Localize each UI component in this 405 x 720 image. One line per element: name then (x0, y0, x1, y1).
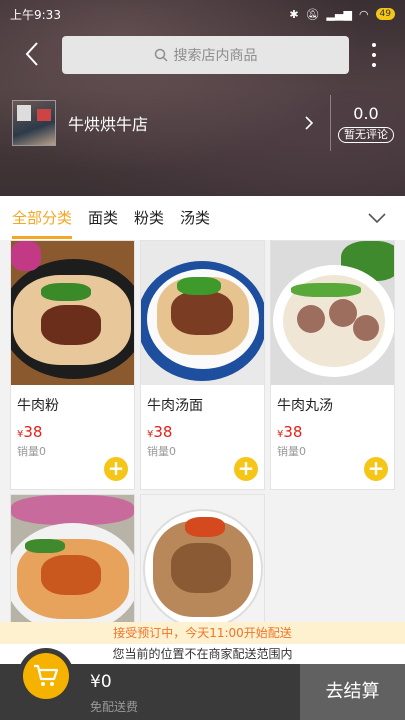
add-to-cart-button[interactable]: + (364, 457, 388, 481)
tab-rice-noodles[interactable]: 粉类 (134, 196, 164, 240)
shop-info-row[interactable]: 牛烘烘牛店 0.0 暂无评论 (12, 95, 405, 151)
status-time: 上午9:33 (10, 7, 61, 22)
product-price: ¥38 (17, 423, 43, 441)
product-image (271, 241, 394, 385)
tab-soup[interactable]: 汤类 (180, 196, 210, 240)
chevron-right-icon (304, 116, 318, 130)
product-name: 牛肉粉 (17, 398, 59, 414)
product-card[interactable] (10, 494, 135, 634)
more-dots-icon (372, 43, 376, 47)
cart-button[interactable] (18, 648, 74, 704)
add-to-cart-button[interactable]: + (234, 457, 258, 481)
status-icons: ✱ 🔕︎ ▂▄▆ ◠ 49 (289, 8, 395, 21)
product-name: 牛肉汤面 (147, 398, 203, 414)
wifi-icon: ◠ (358, 7, 369, 21)
signal-icon: ▂▄▆ (326, 7, 352, 21)
add-to-cart-button[interactable]: + (104, 457, 128, 481)
product-price: ¥38 (147, 423, 173, 441)
product-image (11, 495, 134, 625)
product-price: ¥38 (277, 423, 303, 441)
tab-noodles[interactable]: 面类 (88, 196, 118, 240)
shop-header: 上午9:33 ✱ 🔕︎ ▂▄▆ ◠ 49 搜索店内商品 牛烘烘牛店 0.0 暂无… (0, 0, 405, 196)
rating-badge: 暂无评论 (338, 126, 394, 143)
product-image (11, 241, 134, 385)
battery-icon: 49 (375, 8, 395, 20)
search-placeholder: 搜索店内商品 (173, 48, 258, 64)
shop-logo (12, 100, 56, 146)
shop-rating[interactable]: 0.0 暂无评论 (331, 104, 401, 143)
checkout-button[interactable]: 去结算 (300, 664, 405, 720)
cart-bar: ¥0 免配送费 去结算 (0, 648, 405, 720)
cart-total: ¥0 (90, 672, 112, 692)
product-image (141, 495, 264, 625)
product-name: 牛肉丸汤 (277, 398, 333, 414)
more-menu-button[interactable] (364, 40, 384, 70)
product-card[interactable] (140, 494, 265, 634)
search-input[interactable]: 搜索店内商品 (62, 36, 349, 74)
rating-score: 0.0 (353, 103, 379, 123)
shop-name: 牛烘烘牛店 (68, 115, 149, 134)
back-button[interactable] (18, 40, 46, 68)
chevron-left-icon (25, 42, 38, 66)
mute-icon: 🔕︎ (305, 7, 320, 21)
tab-all[interactable]: 全部分类 (12, 196, 73, 240)
category-tabs: 全部分类 面类 粉类 汤类 (0, 196, 405, 240)
bluetooth-icon: ✱ (289, 7, 299, 21)
product-card[interactable]: 牛肉丸汤 ¥38 销量0 + (270, 240, 395, 490)
delivery-fee: 免配送费 (90, 700, 139, 714)
chevron-down-icon[interactable] (367, 208, 387, 228)
search-icon (154, 48, 168, 62)
shopping-cart-icon (34, 664, 59, 686)
status-bar: 上午9:33 ✱ 🔕︎ ▂▄▆ ◠ 49 (0, 0, 405, 28)
product-card[interactable]: 牛肉粉 ¥38 销量0 + (10, 240, 135, 490)
product-card[interactable]: 牛肉汤面 ¥38 销量0 + (140, 240, 265, 490)
preorder-notice: 接受预订中，今天11:00开始配送 (0, 622, 405, 644)
product-image (141, 241, 264, 385)
